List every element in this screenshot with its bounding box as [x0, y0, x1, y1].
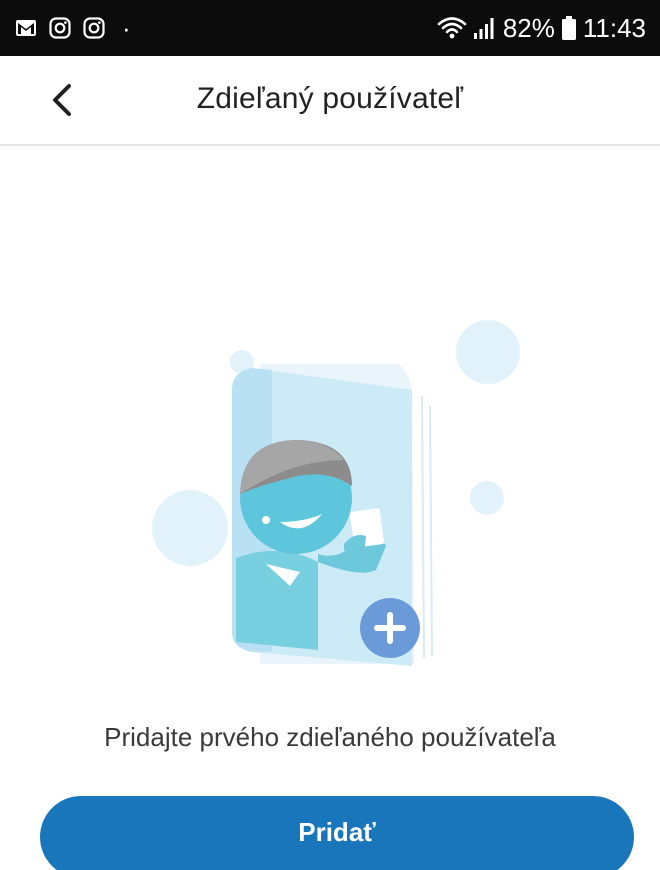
battery-icon [561, 16, 576, 40]
clock: 11:43 [582, 13, 646, 43]
bubble-right [470, 481, 504, 515]
wifi-icon [437, 17, 467, 39]
signal-icon [473, 18, 494, 39]
app-bar: Zdieľaný používateľ [0, 56, 660, 146]
status-dot: · [122, 13, 131, 43]
status-right: 82% 11:43 [437, 10, 646, 46]
bubble-left [152, 490, 228, 566]
empty-state-message: Pridajte prvého zdieľaného používateľa [104, 722, 556, 752]
instagram-icon [83, 17, 105, 39]
battery-percent: 82% [502, 13, 555, 43]
shared-user-book-icon [152, 320, 520, 666]
instagram-icon [49, 17, 71, 39]
add-button[interactable]: Pridať [40, 796, 634, 870]
status-bar: · 82% 11:43 [0, 0, 660, 56]
page-title: Zdieľaný používateľ [196, 82, 464, 115]
gmail-icon [16, 20, 36, 36]
bubble-large [456, 320, 520, 384]
screen: · 82% 11:43 Zdieľaný používateľ Pridajte… [0, 0, 660, 870]
status-left: · [14, 13, 131, 43]
